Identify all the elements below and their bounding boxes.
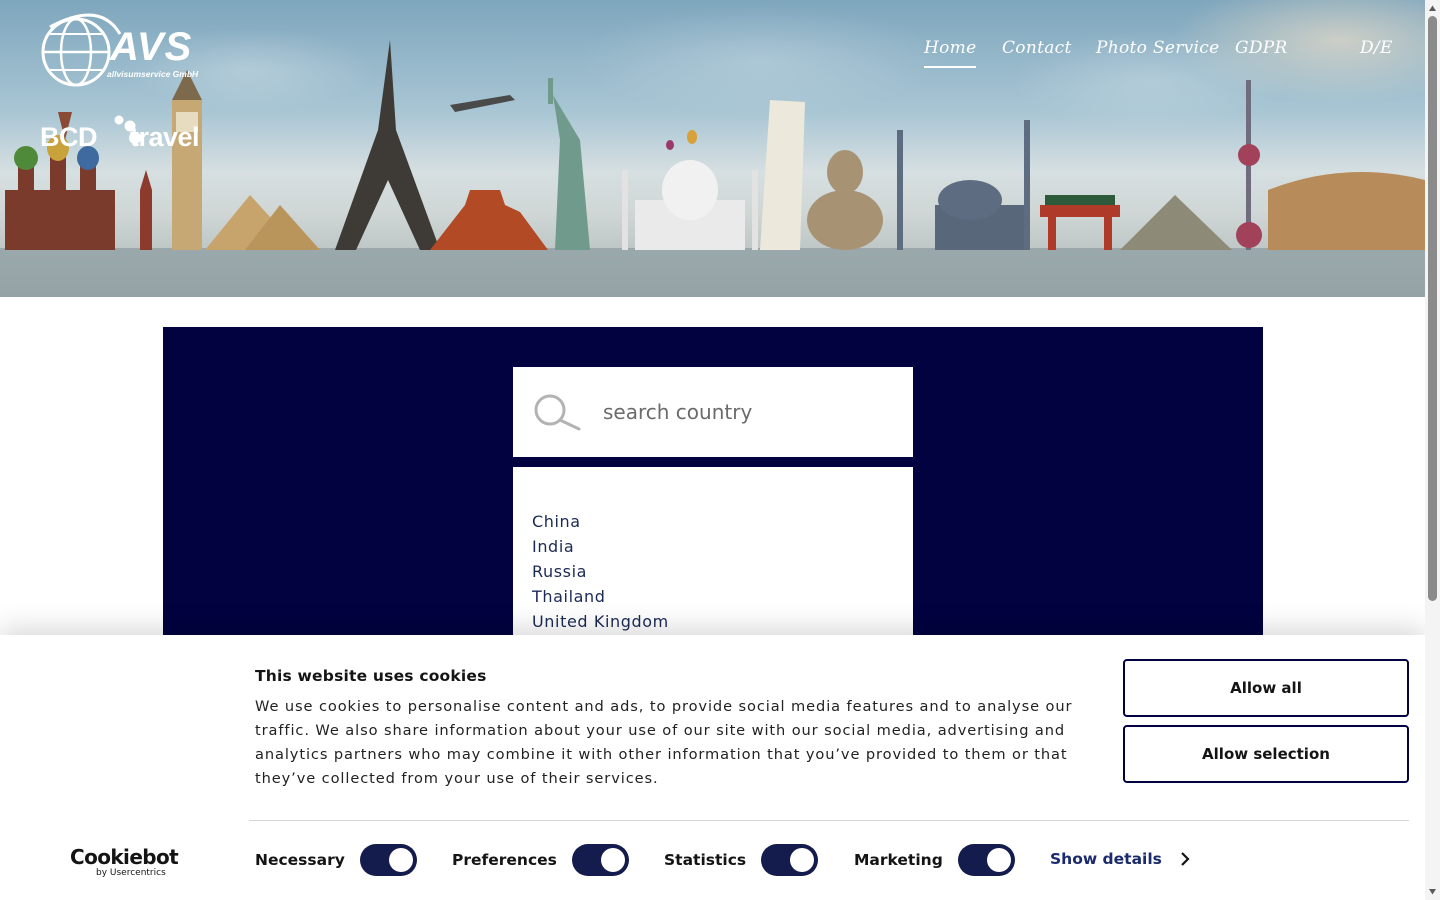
search-box — [513, 367, 913, 457]
nav-gdpr[interactable]: GDPR — [1235, 38, 1288, 66]
toggle-marketing-group: Marketing — [854, 844, 1015, 876]
toggle-knob — [388, 848, 413, 872]
search-icon — [534, 394, 581, 431]
cookie-banner: This website uses cookies We use cookies… — [0, 635, 1425, 900]
toggle-knob — [600, 848, 625, 872]
country-item-russia[interactable]: Russia — [532, 559, 913, 584]
cookie-text: We use cookies to personalise content an… — [255, 698, 1073, 787]
bcd-logo-text: BCD travel — [40, 122, 200, 152]
country-item-thailand[interactable]: Thailand — [532, 584, 913, 609]
allow-all-button[interactable]: Allow all — [1123, 659, 1409, 717]
toggle-necessary-group: Necessary — [255, 844, 417, 876]
main-nav: Home Contact Photo Service GDPR D/E — [0, 38, 1425, 78]
toggle-statistics-group: Statistics — [664, 844, 819, 876]
nav-home[interactable]: Home — [924, 38, 977, 68]
page-scrollbar[interactable] — [1425, 0, 1440, 900]
toggle-preferences[interactable] — [571, 844, 629, 876]
cookiebot-logo: Cookiebot by Usercentrics — [70, 846, 180, 880]
toggle-statistics[interactable] — [761, 844, 819, 876]
toggle-knob — [790, 848, 815, 872]
language-switch[interactable]: D/E — [1360, 38, 1393, 66]
search-input[interactable] — [603, 395, 893, 429]
country-item-united-kingdom[interactable]: United Kingdom — [532, 609, 913, 634]
scroll-up-arrow-icon[interactable] — [1428, 4, 1437, 13]
toggle-marketing-label: Marketing — [854, 851, 943, 869]
toggle-necessary-label: Necessary — [255, 851, 345, 869]
cookie-divider — [249, 820, 1409, 821]
toggle-marketing[interactable] — [957, 844, 1015, 876]
country-item-india[interactable]: India — [532, 534, 913, 559]
toggle-knob — [986, 848, 1011, 872]
toggle-necessary[interactable] — [359, 844, 417, 876]
toggle-statistics-label: Statistics — [664, 851, 747, 869]
cookiebot-logo-text: Cookiebot — [70, 845, 179, 869]
scrollbar-thumb[interactable] — [1428, 16, 1437, 601]
country-item-china[interactable]: China — [532, 509, 913, 534]
toggle-preferences-label: Preferences — [452, 851, 557, 869]
show-details-label: Show details — [1050, 850, 1162, 868]
hero-banner: AVS allvisumservice GmbH BCD travel Home… — [0, 0, 1425, 297]
toggle-preferences-group: Preferences — [452, 844, 629, 876]
chevron-right-icon — [1181, 852, 1190, 866]
allow-selection-button[interactable]: Allow selection — [1123, 725, 1409, 783]
nav-contact[interactable]: Contact — [1002, 38, 1072, 66]
show-details-link[interactable]: Show details — [1050, 850, 1190, 868]
cookiebot-byline: by Usercentrics — [96, 868, 166, 878]
scroll-down-arrow-icon[interactable] — [1428, 887, 1437, 896]
cookie-title: This website uses cookies — [255, 667, 487, 685]
nav-photo-service[interactable]: Photo Service — [1096, 38, 1219, 66]
